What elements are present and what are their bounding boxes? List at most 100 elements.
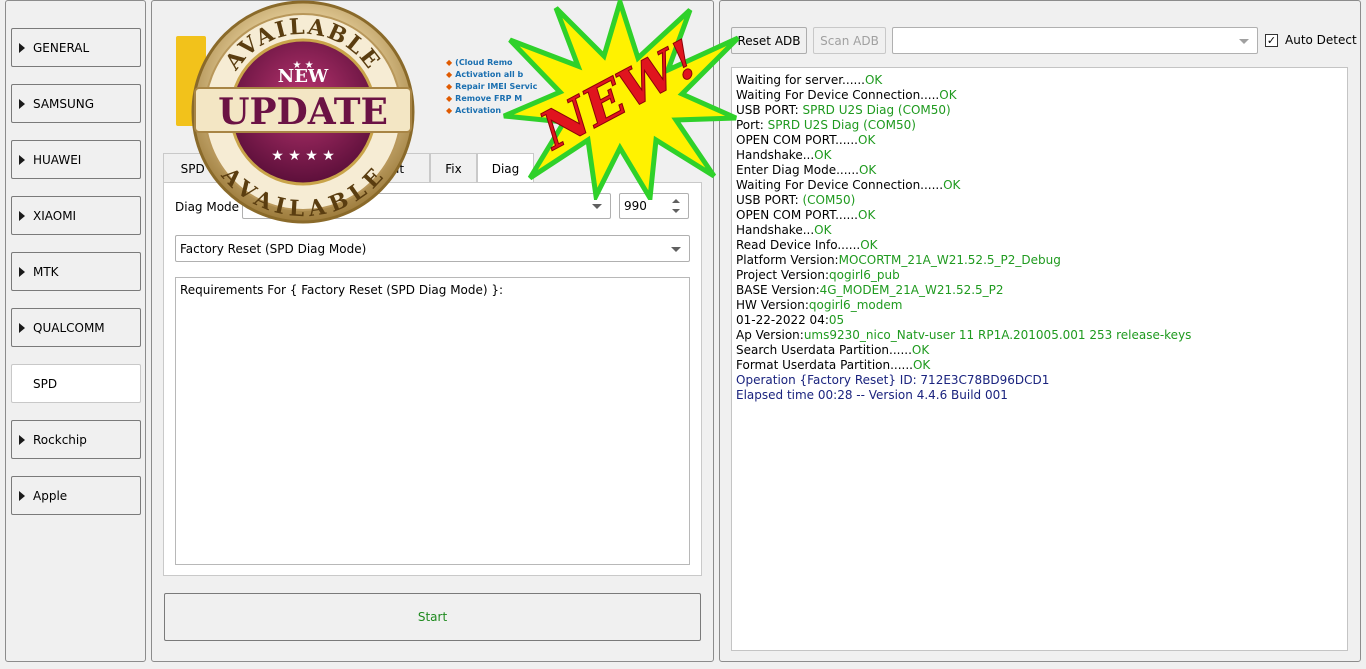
log-status: OK: [858, 163, 877, 177]
log-status: OK: [860, 238, 878, 252]
log-text: USB PORT:: [736, 193, 803, 207]
log-text: USB PORT:: [736, 103, 803, 117]
log-line: Handshake...OK: [736, 223, 1343, 238]
log-status: OK: [858, 133, 876, 147]
caret-right-icon: [19, 210, 25, 221]
sidebar-item-label: GENERAL: [33, 40, 90, 55]
caret-right-icon: [19, 42, 25, 53]
log-text: Handshake...: [736, 223, 815, 237]
log-text: 01-22-2022 04:: [736, 313, 829, 327]
log-line: Platform Version:MOCORTM_21A_W21.52.5_P2…: [736, 253, 1343, 268]
log-text: BASE Version:: [736, 283, 820, 297]
badge-small-stars-icon: ★ ★: [292, 60, 313, 71]
sidebar-item-qualcomm[interactable]: QUALCOMM: [11, 308, 141, 347]
bullet-icon: ◆: [446, 70, 453, 79]
log-status: 4G_MODEM_21A_W21.52.5_P2: [819, 283, 1004, 297]
caret-right-icon: [19, 154, 25, 165]
log-line: Handshake...OK: [736, 148, 1343, 163]
sidebar-item-xiaomi[interactable]: XIAOMI: [11, 196, 141, 235]
sidebar-item-huawei[interactable]: HUAWEI: [11, 140, 141, 179]
log-line: USB PORT: (COM50): [736, 193, 1343, 208]
tab-label: Fix: [445, 161, 462, 176]
update-available-badge: AVAILABLE AVAILABLE NEW UPDATE ★ ★ ★ ★ ★…: [191, 0, 415, 224]
operation-select[interactable]: Factory Reset (SPD Diag Mode): [175, 235, 690, 262]
log-status: OK: [912, 358, 931, 372]
log-text: Handshake...: [736, 148, 815, 162]
sidebar-item-samsung[interactable]: SAMSUNG: [11, 84, 141, 123]
log-line: BASE Version:4G_MODEM_21A_W21.52.5_P2: [736, 283, 1343, 298]
sidebar-item-spd[interactable]: SPD: [11, 364, 141, 403]
log-line: Search Userdata Partition......OK: [736, 343, 1343, 358]
badge-main-text: UPDATE: [218, 91, 388, 133]
log-status: OK: [814, 223, 832, 237]
sidebar-item-mtk[interactable]: MTK: [11, 252, 141, 291]
log-text: Project Version:: [736, 268, 830, 282]
log-line: Waiting For Device Connection......OK: [736, 178, 1343, 193]
sidebar-item-general[interactable]: GENERAL: [11, 28, 141, 67]
device-select[interactable]: [892, 27, 1258, 54]
log-status: OK: [939, 88, 957, 102]
operation-value: Factory Reset (SPD Diag Mode): [180, 241, 367, 256]
log-text: Enter Diag Mode......: [736, 163, 859, 177]
scan-adb-label: Scan ADB: [820, 33, 879, 48]
bullet-icon: ◆: [446, 106, 453, 115]
log-line: 01-22-2022 04:05: [736, 313, 1343, 328]
sidebar-item-label: Apple: [33, 488, 68, 503]
log-line: USB PORT: SPRD U2S Diag (COM50): [736, 103, 1343, 118]
new-starburst: NEW!: [503, 0, 740, 200]
sidebar-item-label: Rockchip: [33, 432, 87, 447]
caret-right-icon: [19, 434, 25, 445]
log-line: Enter Diag Mode......OK: [736, 163, 1343, 178]
requirements-textarea[interactable]: Requirements For { Factory Reset (SPD Di…: [175, 277, 690, 565]
requirements-text: Requirements For { Factory Reset (SPD Di…: [180, 283, 504, 297]
log-status: qogirl6_modem: [808, 298, 903, 312]
log-line: Operation {Factory Reset} ID: 712E3C78BD…: [736, 373, 1343, 388]
log-text: Waiting for server......: [736, 73, 865, 87]
log-line: Waiting for server......OK: [736, 73, 1343, 88]
chevron-down-icon: [1239, 38, 1249, 44]
log-text: OPEN COM PORT......: [736, 208, 858, 222]
promo-line: ◆ Activation: [446, 106, 501, 115]
sidebar-item-label: MTK: [33, 264, 59, 279]
log-status: OK: [864, 73, 883, 87]
scan-adb-button[interactable]: Scan ADB: [813, 27, 886, 54]
sidebar-item-label: SPD: [33, 376, 58, 391]
tab-fix[interactable]: Fix: [430, 153, 477, 183]
log-status: (COM50): [802, 193, 856, 207]
log-text: Waiting For Device Connection.....: [736, 88, 940, 102]
baud-value: 990: [624, 199, 647, 213]
auto-detect-checkbox[interactable]: ✓: [1265, 34, 1278, 47]
log-status: SPRD U2S Diag (COM50): [767, 118, 916, 132]
log-line: Project Version:qogirl6_pub: [736, 268, 1343, 283]
log-text: Waiting For Device Connection......: [736, 178, 944, 192]
log-text: Read Device Info......: [736, 238, 861, 252]
sidebar-item-apple[interactable]: Apple: [11, 476, 141, 515]
reset-adb-button[interactable]: Reset ADB: [731, 27, 807, 54]
log-text: HW Version:: [736, 298, 809, 312]
log-status: OK: [911, 343, 930, 357]
sidebar-item-rockchip[interactable]: Rockchip: [11, 420, 141, 459]
sidebar-item-label: SAMSUNG: [33, 96, 95, 111]
log-text: Ap Version:: [736, 328, 804, 342]
log-line: Ap Version:ums9230_nico_Natv-user 11 RP1…: [736, 328, 1343, 343]
caret-right-icon: [19, 322, 25, 333]
log-line: Read Device Info......OK: [736, 238, 1343, 253]
log-status: OK: [943, 178, 961, 192]
bullet-icon: ◆: [446, 82, 453, 91]
log-text: Port:: [736, 118, 768, 132]
spin-down-icon[interactable]: [672, 209, 680, 213]
log-text: Format Userdata Partition......: [736, 358, 913, 372]
auto-detect-label: Auto Detect: [1285, 33, 1357, 47]
log-status: SPRD U2S Diag (COM50): [802, 103, 951, 117]
log-status: MOCORTM_21A_W21.52.5_P2_Debug: [838, 253, 1061, 267]
log-output[interactable]: Waiting for server......OK Waiting For De…: [731, 67, 1348, 651]
log-text: Elapsed time 00:28 -- Version 4.4.6 Buil…: [736, 388, 1008, 402]
log-line: Elapsed time 00:28 -- Version 4.4.6 Buil…: [736, 388, 1343, 403]
start-button[interactable]: Start: [164, 593, 701, 641]
caret-right-icon: [19, 98, 25, 109]
log-line: Waiting For Device Connection.....OK: [736, 88, 1343, 103]
log-line: Port: SPRD U2S Diag (COM50): [736, 118, 1343, 133]
log-line: HW Version:qogirl6_modem: [736, 298, 1343, 313]
chevron-down-icon: [592, 204, 602, 209]
log-line: OPEN COM PORT......OK: [736, 208, 1343, 223]
